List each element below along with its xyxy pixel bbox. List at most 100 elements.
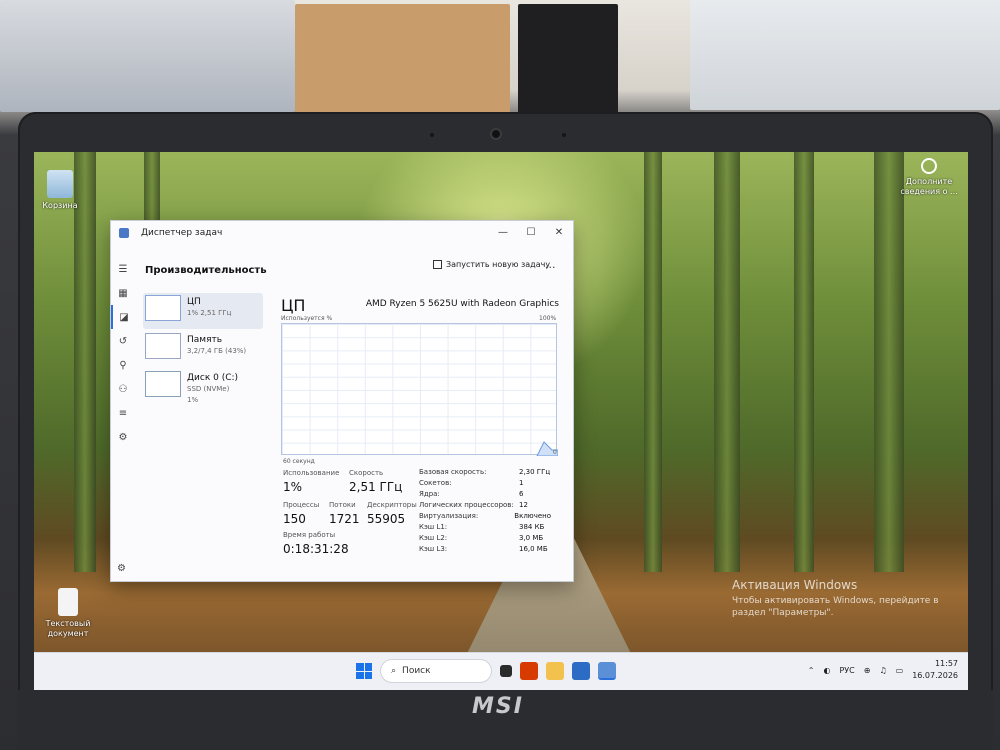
run-new-task-button[interactable]: Запустить новую задачу [433, 260, 550, 269]
stat-label: Скорость [349, 469, 384, 477]
store-icon[interactable] [572, 662, 590, 680]
close-button[interactable]: ✕ [545, 221, 573, 243]
screen: Корзина Текстовый документ Дополните све… [34, 152, 968, 690]
bamboo-stalk [74, 152, 96, 572]
system-tray: ⌃ ◐ РУС ⊕ ♫ ▭ 11:57 16.07.2026 [808, 658, 958, 682]
volume-icon[interactable]: ♫ [879, 666, 886, 675]
desktop-icon-label: Текстовый документ [45, 619, 91, 638]
cpu-heading: ЦП [281, 296, 306, 315]
store-shelf [690, 0, 1000, 110]
disk-thumbnail [145, 371, 181, 397]
details-icon[interactable]: ≡ [111, 401, 135, 425]
cpu-usage-graph [281, 323, 558, 456]
perf-item-sub: SSD (NVMe) [187, 385, 230, 393]
battery-icon[interactable]: ▭ [896, 666, 904, 675]
task-manager-icon [119, 228, 129, 238]
search-placeholder: Поиск [402, 666, 431, 676]
users-icon[interactable]: ⚇ [111, 377, 135, 401]
perf-item-cpu[interactable]: ЦП 1% 2,51 ГГц [143, 293, 263, 329]
spec-value: Включено [514, 512, 551, 520]
graph-label-bottom-right: 0 [553, 449, 557, 456]
store-wall [0, 0, 295, 112]
cpu-thumbnail [145, 295, 181, 321]
desktop-icon-recycle-bin[interactable]: Корзина [34, 170, 90, 211]
spec-key: Кэш L2: [419, 534, 448, 542]
perf-item-sub2: 1% [187, 396, 199, 404]
notification-widget[interactable]: Дополните сведения о ... [894, 158, 964, 197]
memory-thumbnail [145, 333, 181, 359]
spec-value: 6 [519, 490, 524, 498]
language-indicator[interactable]: РУС [839, 666, 854, 675]
search-icon: ⌕ [391, 666, 397, 676]
cpu-usage-line [536, 441, 558, 456]
perf-item-disk[interactable]: Диск 0 (C:) SSD (NVMe) 1% [143, 369, 263, 405]
cpu-model: AMD Ryzen 5 5625U with Radeon Graphics [365, 299, 559, 309]
perf-sidebar: ЦП 1% 2,51 ГГц Память 3,2/7,4 ГБ (43%) Д… [143, 293, 263, 407]
speaker-box [518, 4, 618, 114]
stat-label: Процессы [283, 501, 320, 509]
startup-apps-icon[interactable]: ⚲ [111, 353, 135, 377]
stat-uptime: Время работы 0:18:31:28 [283, 531, 349, 556]
graph-label-top-right: 100% [539, 315, 557, 322]
stat-threads: Потоки 1721 [329, 501, 360, 526]
bamboo-stalk [874, 152, 904, 572]
spec-row: Ядра: 6 [419, 489, 551, 500]
spec-row: Сокетов: 1 [419, 478, 551, 489]
perf-item-name: ЦП [187, 297, 201, 307]
spec-key: Кэш L1: [419, 523, 448, 531]
spec-value: 1 [519, 479, 524, 487]
page-title: Производительность [145, 265, 267, 276]
spec-value: 2,30 ГГц [519, 468, 551, 476]
cardboard-box [295, 4, 510, 116]
spec-key: Кэш L3: [419, 545, 448, 553]
spec-row: Кэш L1: 384 КБ [419, 522, 551, 533]
task-view-icon[interactable] [500, 665, 512, 677]
laptop-brand-logo: MSI [472, 694, 524, 719]
stat-value: 55905 [367, 512, 406, 526]
taskbar-center: ⌕ Поиск [356, 659, 616, 683]
start-button[interactable] [356, 663, 372, 679]
spec-key: Виртуализация: [419, 512, 479, 520]
file-explorer-icon[interactable] [546, 662, 564, 680]
app-history-icon[interactable]: ↺ [111, 329, 135, 353]
window-title: Диспетчер задач [141, 228, 223, 238]
desktop-icon-text-document[interactable]: Текстовый документ [38, 588, 98, 639]
graph-label-bottom-left: 60 секунд [283, 458, 315, 465]
chevron-up-icon[interactable]: ⌃ [808, 666, 815, 675]
hamburger-menu-icon[interactable]: ☰ [111, 257, 135, 281]
spec-row: Логических процессоров: 12 [419, 500, 551, 511]
stat-usage: Использование 1% [283, 469, 339, 494]
settings-gear-icon[interactable]: ⚙ [117, 563, 126, 574]
spec-row: Кэш L3: 16,0 МБ [419, 544, 551, 555]
performance-icon[interactable]: ◪ [111, 305, 135, 329]
clock[interactable]: 11:57 16.07.2026 [912, 658, 958, 682]
globe-icon[interactable]: ⊕ [864, 666, 871, 675]
processes-icon[interactable]: ▦ [111, 281, 135, 305]
network-activity-icon[interactable]: ◐ [823, 666, 830, 675]
cpu-specs: Базовая скорость: 2,30 ГГц Сокетов: 1 Ядра… [419, 467, 551, 555]
office-icon[interactable] [520, 662, 538, 680]
taskbar-search[interactable]: ⌕ Поиск [380, 659, 492, 683]
user-icon [921, 158, 937, 174]
spec-value: 384 КБ [519, 523, 545, 531]
bamboo-stalk [794, 152, 814, 572]
services-icon[interactable]: ⚙ [111, 425, 135, 449]
spec-row: Базовая скорость: 2,30 ГГц [419, 467, 551, 478]
taskbar: ⌕ Поиск ⌃ ◐ РУС ⊕ ♫ ▭ 11:57 16.07.2026 [34, 652, 968, 690]
window-controls: — ☐ ✕ [489, 221, 573, 243]
activation-text: Чтобы активировать Windows, перейдите в … [732, 596, 939, 618]
stat-value: 1721 [329, 512, 360, 526]
task-manager-taskbar-icon[interactable] [598, 662, 616, 680]
stat-processes: Процессы 150 [283, 501, 319, 526]
webcam [490, 128, 502, 140]
stat-value: 2,51 ГГц [349, 480, 403, 494]
more-options-button[interactable]: ... [545, 258, 556, 271]
perf-item-memory[interactable]: Память 3,2/7,4 ГБ (43%) [143, 331, 263, 367]
maximize-button[interactable]: ☐ [517, 221, 545, 243]
mic-right [562, 133, 566, 137]
spec-key: Ядра: [419, 490, 440, 498]
spec-row: Кэш L2: 3,0 МБ [419, 533, 551, 544]
clock-date: 16.07.2026 [912, 671, 958, 680]
minimize-button[interactable]: — [489, 221, 517, 243]
perf-item-sub: 3,2/7,4 ГБ (43%) [187, 347, 247, 355]
